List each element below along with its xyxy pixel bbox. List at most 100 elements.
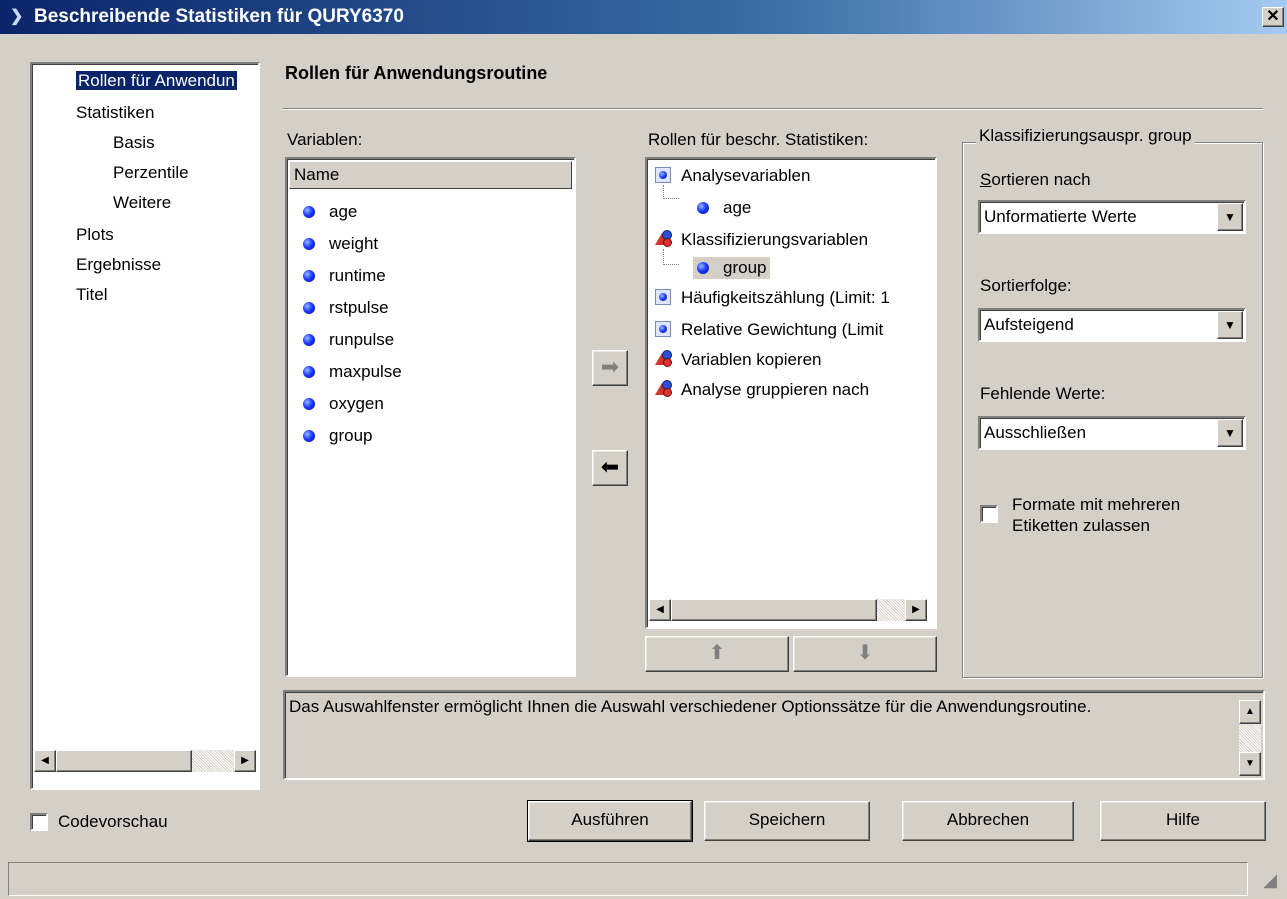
run-button[interactable]: Ausführen xyxy=(527,800,693,842)
chevron-down-icon[interactable]: ▼ xyxy=(1217,419,1243,447)
list-item[interactable]: group xyxy=(303,425,372,447)
variable-icon xyxy=(697,202,709,214)
arrow-left-icon: ⬅ xyxy=(600,454,620,479)
page-title: Rollen für Anwendungsroutine xyxy=(285,63,548,83)
nav-item-basis[interactable]: Basis xyxy=(113,132,155,154)
variable-icon xyxy=(303,430,315,442)
role-label: Analysevariablen xyxy=(681,166,811,185)
multilabel-label-line2: Etiketten zulassen xyxy=(1012,516,1150,535)
classification-role-icon xyxy=(655,230,672,247)
sort-by-select[interactable]: Unformatierte Werte ▼ xyxy=(978,200,1246,234)
role-analysis[interactable]: Analysevariablen xyxy=(655,165,810,187)
scroll-left-button[interactable]: ◀ xyxy=(649,599,671,621)
code-preview-checkbox[interactable] xyxy=(30,813,48,831)
missing-values-value: Ausschließen xyxy=(984,423,1087,442)
save-button[interactable]: Speichern xyxy=(704,801,870,841)
status-bar xyxy=(8,862,1248,896)
remove-role-button[interactable]: ⬅ xyxy=(592,450,628,486)
scroll-up-button[interactable]: ▲ xyxy=(1239,700,1261,724)
window-title: Beschreibende Statistiken für QURY6370 xyxy=(34,6,404,27)
description-box: Das Auswahlfenster ermöglicht Ihnen die … xyxy=(283,690,1265,780)
analysis-role-icon xyxy=(655,167,671,183)
close-icon: ✕ xyxy=(1266,8,1280,25)
scroll-track[interactable] xyxy=(877,599,905,621)
chevron-down-icon[interactable]: ▼ xyxy=(1217,203,1243,231)
arrow-right-icon: ➡ xyxy=(600,354,620,379)
list-item-label: runpulse xyxy=(329,330,395,349)
list-item-label: weight xyxy=(329,234,379,253)
role-classification[interactable]: Klassifizierungsvariablen xyxy=(655,229,868,251)
role-copy[interactable]: Variablen kopieren xyxy=(655,349,822,371)
sort-order-value: Aufsteigend xyxy=(984,315,1074,334)
chevron-down-icon[interactable]: ▼ xyxy=(1217,311,1243,339)
role-child-age[interactable]: age xyxy=(697,197,751,219)
resize-grip-icon[interactable]: ◢ xyxy=(1256,866,1284,894)
scroll-right-button[interactable]: ▶ xyxy=(905,599,927,621)
close-button[interactable]: ✕ xyxy=(1262,7,1284,27)
groupbox-title: Klassifizierungsauspr. group xyxy=(976,126,1195,146)
list-item-label: runtime xyxy=(329,266,386,285)
list-item[interactable]: maxpulse xyxy=(303,361,402,383)
scroll-thumb[interactable] xyxy=(671,599,877,621)
nav-item-title[interactable]: Titel xyxy=(76,284,108,306)
add-role-button[interactable]: ➡ xyxy=(592,350,628,386)
multilabel-checkbox[interactable] xyxy=(980,505,998,523)
list-item[interactable]: runpulse xyxy=(303,329,394,351)
scroll-down-button[interactable]: ▼ xyxy=(1239,752,1261,776)
list-item[interactable]: weight xyxy=(303,233,378,255)
move-down-button[interactable]: ⬇ xyxy=(793,636,937,672)
variable-icon xyxy=(303,366,315,378)
cancel-button[interactable]: Abbrechen xyxy=(902,801,1074,841)
roles-tree[interactable]: Analysevariablen age Klassifizierungsvar… xyxy=(645,157,937,629)
nav-item-roles[interactable]: Rollen für Anwendun xyxy=(75,70,238,92)
scroll-track[interactable] xyxy=(192,750,234,772)
role-label: Analyse gruppieren nach xyxy=(681,380,870,399)
name-column-header[interactable]: Name xyxy=(289,161,572,189)
divider xyxy=(283,108,1263,110)
nav-item-plots[interactable]: Plots xyxy=(76,224,114,246)
options-tree[interactable]: Rollen für Anwendun Statistiken Basis Pe… xyxy=(30,62,260,790)
missing-values-select[interactable]: Ausschließen ▼ xyxy=(978,416,1246,450)
variable-icon xyxy=(303,206,315,218)
role-group-by[interactable]: Analyse gruppieren nach xyxy=(655,379,869,401)
list-item[interactable]: oxygen xyxy=(303,393,384,415)
variable-icon xyxy=(697,262,709,274)
scroll-right-button[interactable]: ▶ xyxy=(234,750,256,772)
analysis-role-icon xyxy=(655,289,671,305)
role-child-group[interactable]: group xyxy=(693,257,771,279)
sort-by-label: Sortieren nach xyxy=(980,170,1091,189)
sort-by-value: Unformatierte Werte xyxy=(984,207,1137,226)
nav-item-results[interactable]: Ergebnisse xyxy=(76,254,161,276)
sort-order-select[interactable]: Aufsteigend ▼ xyxy=(978,308,1246,342)
missing-values-label: Fehlende Werte: xyxy=(980,384,1106,403)
code-preview-label[interactable]: Codevorschau xyxy=(58,812,168,832)
move-up-button[interactable]: ⬆ xyxy=(645,636,789,672)
classification-role-icon xyxy=(655,350,672,367)
app-icon: ❯ xyxy=(10,8,24,25)
nav-item-label: Rollen für Anwendun xyxy=(75,70,238,91)
role-weight[interactable]: Relative Gewichtung (Limit xyxy=(655,319,883,341)
role-child-label: group xyxy=(723,258,767,277)
help-button[interactable]: Hilfe xyxy=(1100,801,1266,841)
list-item[interactable]: age xyxy=(303,201,357,223)
classification-role-icon xyxy=(655,380,672,397)
nav-item-percentiles[interactable]: Perzentile xyxy=(113,162,189,184)
list-item[interactable]: rstpulse xyxy=(303,297,389,319)
variables-list[interactable]: Name age weight runtime rstpulse runpuls… xyxy=(285,157,576,677)
nav-item-statistics[interactable]: Statistiken xyxy=(76,102,154,124)
list-item[interactable]: runtime xyxy=(303,265,386,287)
list-item-label: group xyxy=(329,426,373,445)
multilabel-label[interactable]: Formate mit mehreren Etiketten zulassen xyxy=(1012,494,1180,536)
multilabel-label-line1: Formate mit mehreren xyxy=(1012,495,1181,514)
variable-icon xyxy=(303,334,315,346)
role-label: Klassifizierungsvariablen xyxy=(681,230,869,249)
list-item-label: oxygen xyxy=(329,394,384,413)
scroll-track[interactable] xyxy=(1239,724,1261,752)
sort-order-label: Sortierfolge: xyxy=(980,276,1072,295)
role-frequency[interactable]: Häufigkeitszählung (Limit: 1 xyxy=(655,287,890,309)
scroll-left-button[interactable]: ◀ xyxy=(34,750,56,772)
roles-label: Rollen für beschr. Statistiken: xyxy=(648,130,869,149)
variable-icon xyxy=(303,270,315,282)
scroll-thumb[interactable] xyxy=(56,750,192,772)
nav-item-further[interactable]: Weitere xyxy=(113,192,171,214)
